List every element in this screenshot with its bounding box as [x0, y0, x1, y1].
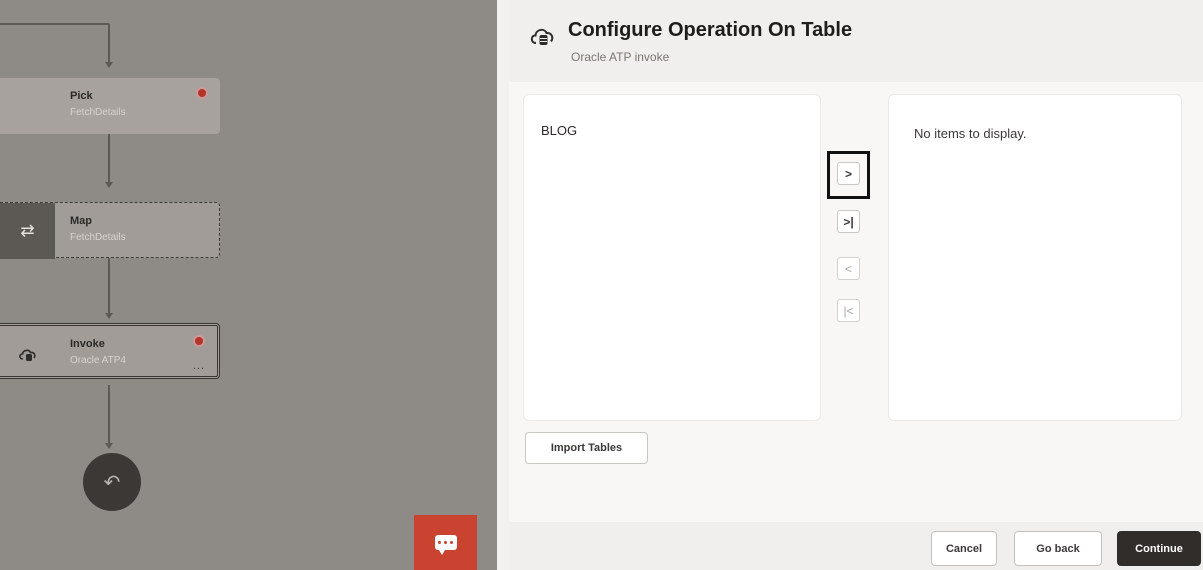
connector-arrow [105, 443, 113, 449]
node-title: Invoke [70, 338, 105, 350]
node-title: Pick [70, 90, 93, 102]
panel-header: Configure Operation On Table Oracle ATP … [509, 0, 1203, 82]
remove-selected-button[interactable]: < [837, 257, 860, 280]
connector-line [108, 134, 110, 182]
panel-body: BLOG > >| < |< No items to display. Impo… [509, 82, 1203, 522]
connector-arrow [105, 182, 113, 188]
end-node[interactable]: ↶ [83, 453, 141, 511]
connector-line [108, 385, 110, 443]
connector-arrow [105, 313, 113, 319]
node-title: Map [70, 215, 92, 227]
import-tables-button[interactable]: Import Tables [525, 432, 648, 464]
page-title: Configure Operation On Table [568, 19, 853, 41]
return-arrow-icon: ↶ [103, 471, 121, 494]
chat-bubble-icon [434, 535, 457, 555]
cancel-button[interactable]: Cancel [931, 531, 997, 566]
focus-highlight [827, 151, 870, 199]
panel-footer: Cancel Go back Continue [509, 522, 1203, 570]
connector-line [0, 23, 100, 25]
connector-line [108, 24, 110, 62]
list-item[interactable]: BLOG [541, 123, 577, 138]
database-cloud-icon [19, 349, 36, 361]
error-indicator-icon [198, 89, 206, 97]
node-subtitle: FetchDetails [70, 232, 126, 243]
node-subtitle: FetchDetails [70, 107, 126, 118]
flow-node-map[interactable]: ⇄ Map FetchDetails [0, 202, 220, 259]
connector-line [108, 258, 110, 313]
error-indicator-icon [195, 337, 203, 345]
flow-node-pick[interactable]: Pick FetchDetails [0, 78, 220, 134]
connector-arrow [105, 62, 113, 68]
node-subtitle: Oracle ATP4 [70, 355, 126, 366]
swap-arrows-icon: ⇄ [0, 203, 55, 259]
selected-tables-list[interactable]: No items to display. [888, 94, 1182, 421]
flow-node-invoke[interactable]: Invoke Oracle ATP4 ... [0, 323, 220, 379]
available-tables-list[interactable]: BLOG [523, 94, 821, 421]
integration-canvas: Pick FetchDetails ⇄ Map FetchDetails Inv… [0, 0, 497, 570]
empty-list-message: No items to display. [914, 126, 1027, 141]
page-subtitle: Oracle ATP invoke [571, 50, 670, 64]
continue-button[interactable]: Continue [1117, 531, 1201, 566]
move-all-button[interactable]: >| [837, 210, 860, 233]
remove-all-button[interactable]: |< [837, 299, 860, 322]
more-options-icon[interactable]: ... [193, 360, 205, 372]
configure-table-panel: Configure Operation On Table Oracle ATP … [509, 0, 1203, 570]
chat-button[interactable] [414, 515, 477, 570]
panel-divider [497, 0, 509, 570]
database-cloud-icon [530, 28, 554, 45]
go-back-button[interactable]: Go back [1014, 531, 1102, 566]
